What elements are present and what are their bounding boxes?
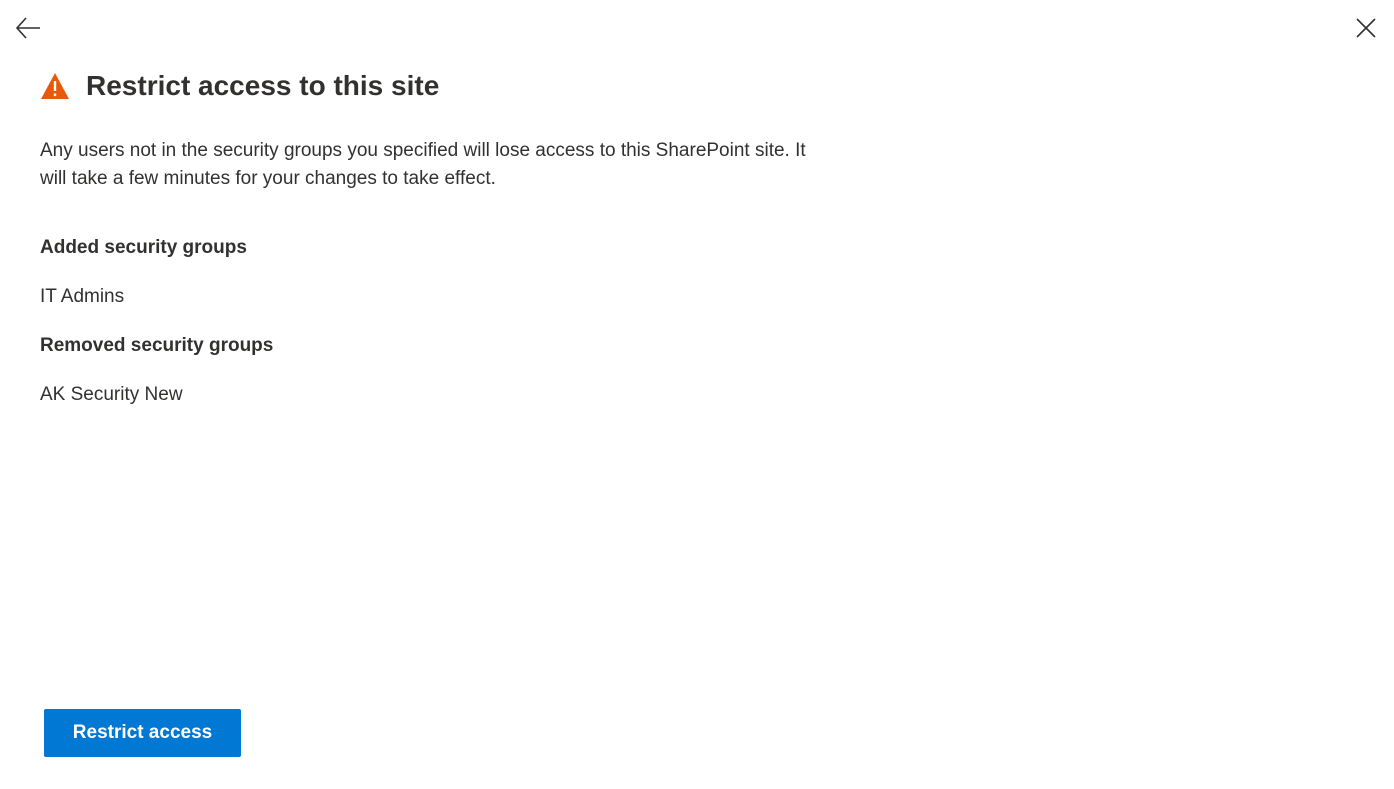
restrict-access-panel: Restrict access to this site Any users n… (0, 0, 1394, 789)
panel-header: Restrict access to this site (40, 66, 439, 106)
close-button[interactable] (1350, 14, 1382, 46)
removed-groups-heading: Removed security groups (40, 335, 274, 356)
back-arrow-icon (14, 14, 42, 47)
back-button[interactable] (12, 14, 44, 46)
restrict-access-button[interactable]: Restrict access (44, 709, 241, 757)
added-groups-value: IT Admins (40, 286, 125, 307)
added-groups-heading: Added security groups (40, 237, 247, 258)
close-icon (1355, 17, 1377, 44)
page-title: Restrict access to this site (86, 70, 440, 101)
description-text: Any users not in the security groups you… (40, 140, 806, 189)
removed-groups-value: AK Security New (40, 384, 183, 405)
warning-icon (40, 72, 70, 100)
